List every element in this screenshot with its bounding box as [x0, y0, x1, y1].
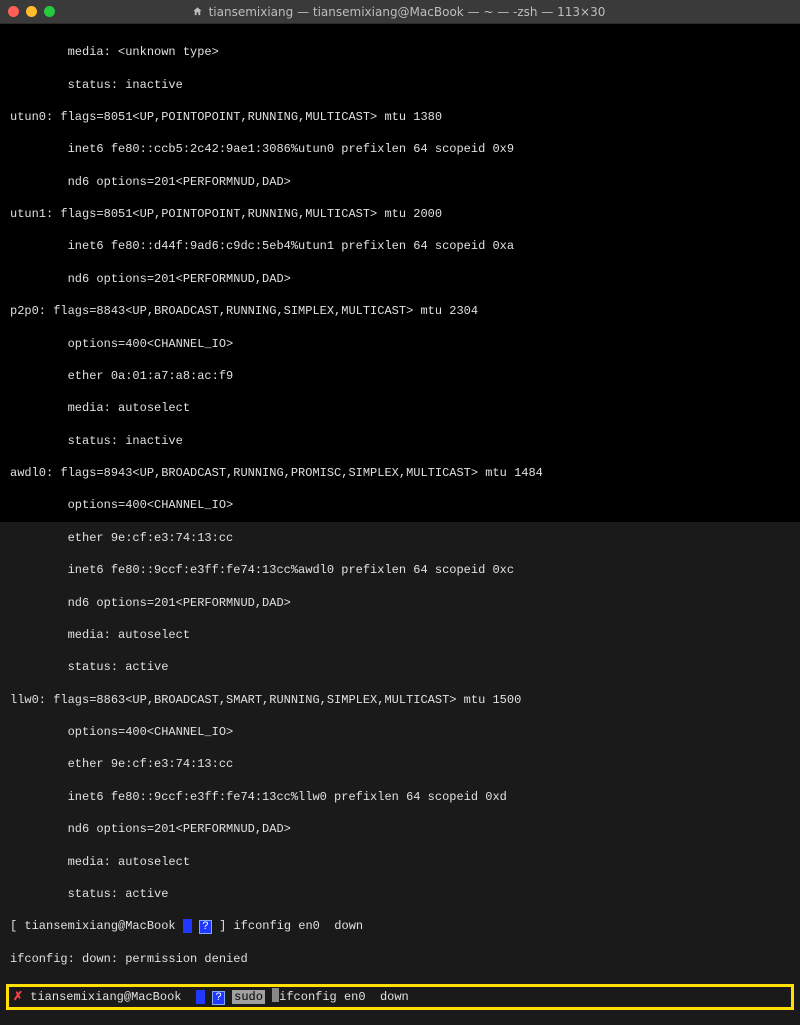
- output-line: status: inactive: [10, 77, 790, 93]
- output-line: inet6 fe80::9ccf:e3ff:fe74:13cc%llw0 pre…: [10, 789, 790, 805]
- terminal-scrollback[interactable]: media: <unknown type> status: inactive u…: [0, 24, 800, 522]
- maximize-button[interactable]: [44, 6, 55, 17]
- output-line: utun0: flags=8051<UP,POINTOPOINT,RUNNING…: [10, 109, 790, 125]
- output-line: nd6 options=201<PERFORMNUD,DAD>: [10, 595, 790, 611]
- output-line: options=400<CHANNEL_IO>: [10, 336, 790, 352]
- output-line: nd6 options=201<PERFORMNUD,DAD>: [10, 174, 790, 190]
- output-line: p2p0: flags=8843<UP,BROADCAST,RUNNING,SI…: [10, 303, 790, 319]
- output-line: inet6 fe80::ccb5:2c42:9ae1:3086%utun0 pr…: [10, 141, 790, 157]
- window-titlebar: tiansemixiang — tiansemixiang@MacBook — …: [0, 0, 800, 24]
- output-line: llw0: flags=8863<UP,BROADCAST,SMART,RUNN…: [10, 692, 790, 708]
- command-text: ifconfig en0 down: [233, 919, 363, 933]
- command-text: ifconfig en0 down: [279, 990, 409, 1004]
- sudo-highlight: sudo: [232, 990, 265, 1004]
- traffic-lights: [8, 6, 55, 17]
- prompt-previous: [ tiansemixiang@MacBook ? ] ifconfig en0…: [10, 918, 790, 935]
- output-line: nd6 options=201<PERFORMNUD,DAD>: [10, 821, 790, 837]
- output-line: status: active: [10, 886, 790, 902]
- output-line: awdl0: flags=8943<UP,BROADCAST,RUNNING,P…: [10, 465, 790, 481]
- close-button[interactable]: [8, 6, 19, 17]
- prompt-bracket-close: ]: [219, 919, 233, 933]
- output-line: utun1: flags=8051<UP,POINTOPOINT,RUNNING…: [10, 206, 790, 222]
- window-title-text: tiansemixiang — tiansemixiang@MacBook — …: [209, 5, 606, 19]
- question-icon: ?: [212, 991, 225, 1005]
- cursor-icon: [272, 988, 279, 1002]
- output-line: ether 9e:cf:e3:74:13:cc: [10, 756, 790, 772]
- prompt-current[interactable]: ✗ tiansemixiang@MacBook ? sudo ifconfig …: [13, 988, 409, 1006]
- output-line: ether 9e:cf:e3:74:13:cc: [10, 530, 790, 546]
- output-line: status: inactive: [10, 433, 790, 449]
- output-line: media: autoselect: [10, 627, 790, 643]
- prompt-user: tiansemixiang@MacBook: [30, 990, 181, 1004]
- output-line: media: autoselect: [10, 400, 790, 416]
- output-line: options=400<CHANNEL_IO>: [10, 497, 790, 513]
- output-line: ether 0a:01:a7:a8:ac:f9: [10, 368, 790, 384]
- window-title: tiansemixiang — tiansemixiang@MacBook — …: [55, 5, 742, 19]
- prompt-segment-icon: [183, 919, 192, 933]
- error-line: ifconfig: down: permission denied: [10, 951, 790, 967]
- prompt-segment-icon: [196, 990, 205, 1004]
- home-icon: [192, 6, 203, 17]
- prompt-user: tiansemixiang@MacBook: [24, 919, 175, 933]
- minimize-button[interactable]: [26, 6, 37, 17]
- output-line: options=400<CHANNEL_IO>: [10, 724, 790, 740]
- output-line: inet6 fe80::d44f:9ad6:c9dc:5eb4%utun1 pr…: [10, 238, 790, 254]
- output-line: media: autoselect: [10, 854, 790, 870]
- output-line: media: <unknown type>: [10, 44, 790, 60]
- output-line: status: active: [10, 659, 790, 675]
- error-x-icon: ✗: [13, 990, 23, 1004]
- highlighted-command-row: ✗ tiansemixiang@MacBook ? sudo ifconfig …: [6, 984, 794, 1010]
- question-icon: ?: [199, 920, 212, 934]
- prompt-bracket: [: [10, 919, 24, 933]
- output-line: inet6 fe80::9ccf:e3ff:fe74:13cc%awdl0 pr…: [10, 562, 790, 578]
- output-line: nd6 options=201<PERFORMNUD,DAD>: [10, 271, 790, 287]
